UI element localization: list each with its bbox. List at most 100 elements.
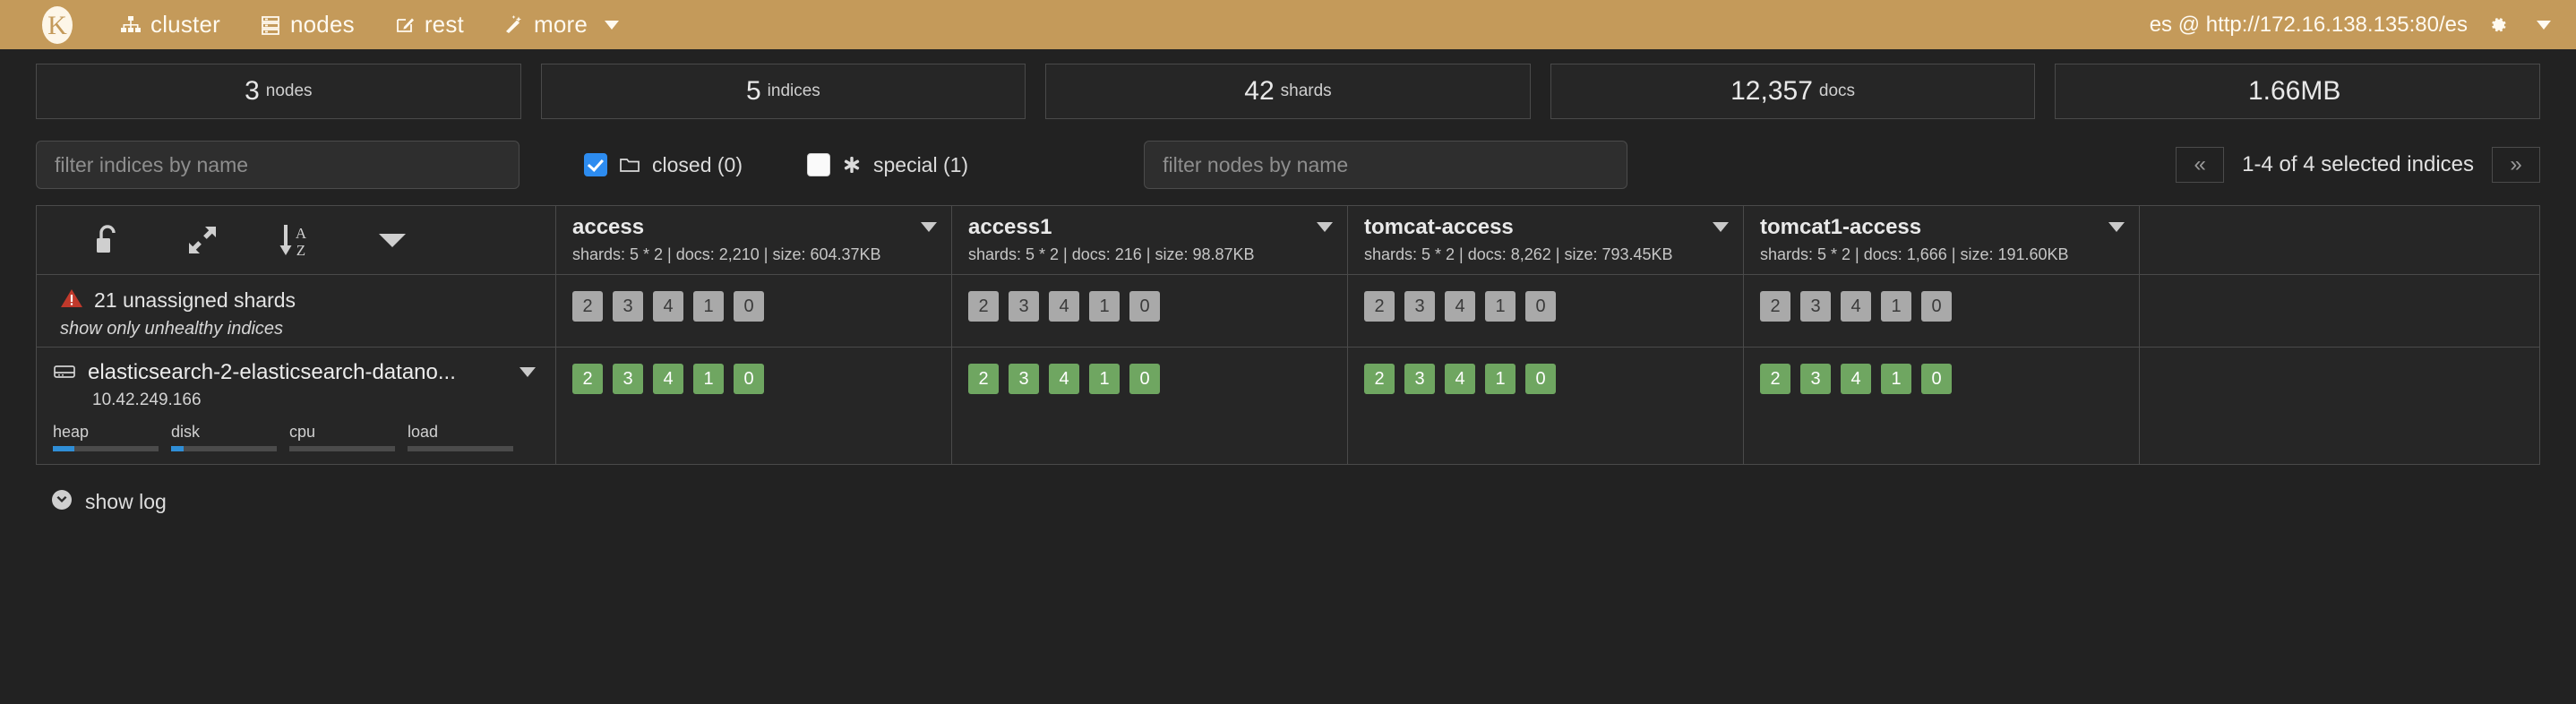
shard-badge[interactable]: 0 bbox=[1921, 291, 1952, 322]
stat-value: 5 bbox=[745, 76, 761, 106]
asterisk-icon bbox=[842, 155, 862, 175]
shard-badge[interactable]: 4 bbox=[1049, 364, 1079, 394]
index-header-access1: access1 shards: 5 * 2 | docs: 216 | size… bbox=[952, 206, 1348, 274]
shard-badge[interactable]: 0 bbox=[1129, 364, 1160, 394]
shard-badge[interactable]: 3 bbox=[1800, 364, 1831, 394]
node-menu-caret-icon[interactable] bbox=[519, 367, 536, 377]
shard-badge[interactable]: 2 bbox=[572, 291, 603, 322]
metric-label: disk bbox=[171, 423, 201, 441]
nav-item-label: nodes bbox=[289, 11, 355, 38]
server-node-icon bbox=[53, 361, 76, 385]
nav-item-label: cluster bbox=[150, 11, 220, 38]
shard-badge[interactable]: 0 bbox=[1129, 291, 1160, 322]
gear-icon[interactable] bbox=[2487, 14, 2509, 36]
shard-badge[interactable]: 4 bbox=[653, 291, 683, 322]
shard-badge[interactable]: 1 bbox=[1881, 364, 1911, 394]
shard-badge[interactable]: 2 bbox=[1364, 291, 1395, 322]
shard-badge[interactable]: 3 bbox=[613, 364, 643, 394]
stat-unit: shards bbox=[1280, 82, 1332, 100]
shard-badge[interactable]: 2 bbox=[572, 364, 603, 394]
index-name: tomcat1-access bbox=[1760, 215, 1922, 239]
metric-label: cpu bbox=[289, 423, 316, 441]
shard-badge[interactable]: 1 bbox=[1881, 291, 1911, 322]
shard-badge[interactable]: 3 bbox=[1009, 364, 1039, 394]
shard-badge[interactable]: 1 bbox=[1485, 364, 1516, 394]
metric-bar bbox=[289, 446, 395, 451]
node-row: elasticsearch-2-elasticsearch-datano... … bbox=[37, 347, 2539, 464]
stat-card-nodes: 3 nodes bbox=[36, 64, 521, 119]
sort-a-z-icon[interactable]: A Z bbox=[250, 206, 345, 274]
settings-chevron-down-icon[interactable] bbox=[2537, 20, 2551, 30]
filter-closed-toggle[interactable]: closed (0) bbox=[584, 153, 743, 177]
svg-text:A: A bbox=[296, 225, 307, 242]
navbar-right: es @ http://172.16.138.135:80/es bbox=[2150, 13, 2551, 38]
svg-text:K: K bbox=[47, 11, 67, 40]
filter-indices-input[interactable] bbox=[36, 141, 519, 189]
nav-item-nodes[interactable]: nodes bbox=[240, 0, 374, 49]
shard-badge[interactable]: 3 bbox=[1009, 291, 1039, 322]
special-checkbox[interactable] bbox=[806, 153, 830, 176]
shard-badge[interactable]: 0 bbox=[734, 364, 764, 394]
next-page-button[interactable]: » bbox=[2492, 147, 2540, 183]
unassigned-shards-row: 21 unassigned shards show only unhealthy… bbox=[37, 274, 2539, 347]
node-shards-tomcat1-access: 2 3 4 1 0 bbox=[1744, 348, 2140, 464]
index-menu-caret-icon[interactable] bbox=[921, 222, 937, 232]
shard-badge[interactable]: 1 bbox=[1089, 364, 1120, 394]
shard-badge[interactable]: 2 bbox=[968, 291, 999, 322]
shard-badge[interactable]: 3 bbox=[1404, 291, 1435, 322]
shard-badge[interactable]: 0 bbox=[1921, 364, 1952, 394]
caret-down-icon[interactable] bbox=[345, 206, 440, 274]
index-header-tomcat-access: tomcat-access shards: 5 * 2 | docs: 8,26… bbox=[1348, 206, 1744, 274]
shard-badge[interactable]: 1 bbox=[693, 291, 724, 322]
shard-badge[interactable]: 0 bbox=[1525, 291, 1556, 322]
shard-badge[interactable]: 0 bbox=[1525, 364, 1556, 394]
stat-card-size: 1.66MB bbox=[2055, 64, 2540, 119]
top-navbar: K cluster nodes rest more es @ http://17… bbox=[0, 0, 2576, 49]
prev-page-button[interactable]: « bbox=[2176, 147, 2225, 183]
show-log-toggle[interactable]: show log bbox=[50, 488, 2576, 516]
shard-badge[interactable]: 1 bbox=[1485, 291, 1516, 322]
shard-badge[interactable]: 2 bbox=[1364, 364, 1395, 394]
shard-badge[interactable]: 4 bbox=[1841, 364, 1871, 394]
expand-arrows-icon[interactable] bbox=[155, 206, 250, 274]
node-shards-access: 2 3 4 1 0 bbox=[556, 348, 952, 464]
shard-badge[interactable]: 2 bbox=[968, 364, 999, 394]
shard-badge[interactable]: 3 bbox=[613, 291, 643, 322]
index-meta: shards: 5 * 2 | docs: 2,210 | size: 604.… bbox=[572, 245, 881, 263]
index-menu-caret-icon[interactable] bbox=[2108, 222, 2125, 232]
filter-special-toggle[interactable]: special (1) bbox=[806, 153, 968, 177]
filter-nodes-input[interactable] bbox=[1144, 141, 1628, 189]
shard-badge[interactable]: 4 bbox=[653, 364, 683, 394]
nav-item-more[interactable]: more bbox=[484, 0, 639, 49]
shard-badge[interactable]: 4 bbox=[1445, 291, 1475, 322]
nav-item-label: rest bbox=[424, 11, 464, 38]
unlock-icon[interactable] bbox=[60, 206, 155, 274]
kopf-logo-icon[interactable]: K bbox=[36, 4, 79, 47]
shard-badge[interactable]: 3 bbox=[1800, 291, 1831, 322]
closed-checkbox[interactable] bbox=[584, 153, 607, 176]
chevron-down-icon bbox=[605, 20, 620, 30]
metric-fill bbox=[53, 446, 74, 451]
shard-badge[interactable]: 4 bbox=[1841, 291, 1871, 322]
shard-badge[interactable]: 4 bbox=[1049, 291, 1079, 322]
index-menu-caret-icon[interactable] bbox=[1713, 222, 1729, 232]
shard-badge[interactable]: 3 bbox=[1404, 364, 1435, 394]
shard-badge[interactable]: 0 bbox=[734, 291, 764, 322]
unassigned-title: 21 unassigned shards bbox=[94, 288, 296, 312]
nav-item-rest[interactable]: rest bbox=[374, 0, 484, 49]
shard-badge[interactable]: 4 bbox=[1445, 364, 1475, 394]
metric-disk: disk bbox=[171, 423, 289, 451]
index-header-access: access shards: 5 * 2 | docs: 2,210 | siz… bbox=[556, 206, 952, 274]
shard-badge[interactable]: 1 bbox=[693, 364, 724, 394]
metric-bar bbox=[171, 446, 277, 451]
shard-badge[interactable]: 2 bbox=[1760, 291, 1790, 322]
closed-label: closed (0) bbox=[652, 152, 743, 176]
nav-item-cluster[interactable]: cluster bbox=[100, 0, 240, 49]
unassigned-shards-tomcat1-access: 2 3 4 1 0 bbox=[1744, 275, 2140, 347]
shard-badge[interactable]: 2 bbox=[1760, 364, 1790, 394]
node-shards-tomcat-access: 2 3 4 1 0 bbox=[1348, 348, 1744, 464]
index-menu-caret-icon[interactable] bbox=[1317, 222, 1333, 232]
shard-badge[interactable]: 1 bbox=[1089, 291, 1120, 322]
stat-value: 3 bbox=[245, 76, 260, 106]
show-unhealthy-link[interactable]: show only unhealthy indices bbox=[60, 319, 532, 339]
